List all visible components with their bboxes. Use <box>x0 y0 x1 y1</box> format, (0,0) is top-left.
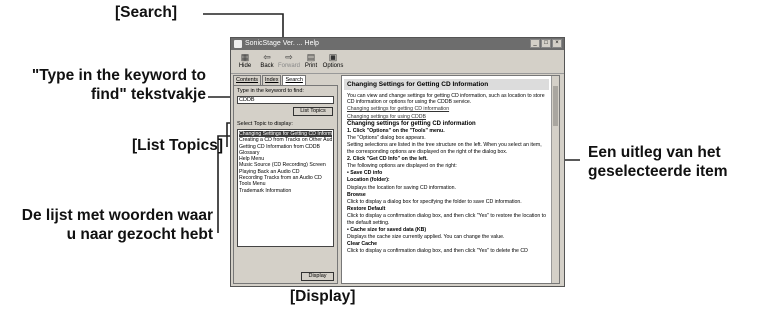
hide-icon: ▦ <box>240 52 250 62</box>
option-desc: Displays the cache size currently applie… <box>347 234 505 241</box>
keyword-callout-line2: find" tekstvakje <box>90 86 206 103</box>
options-button[interactable]: ▣ Options <box>322 52 344 70</box>
option-desc: Click to display a confirmation dialog b… <box>347 248 528 255</box>
explanation-callout-line2: geselecteerde item <box>588 163 728 180</box>
explanation-callout-line1: Een uitleg van het <box>588 144 721 161</box>
step-title: 1. Click "Options" on the "Tools" menu. <box>347 128 445 135</box>
list-topics-button[interactable]: List Topics <box>293 107 333 116</box>
topic-list[interactable]: Changing Settings for Getting CD Informa… <box>237 129 334 247</box>
printer-icon: ▤ <box>306 52 316 62</box>
step-text: The "Options" dialog box appears. <box>347 135 426 142</box>
search-callout: [Search] <box>115 4 178 21</box>
option-desc: Click to display a dialog box for specif… <box>347 199 522 206</box>
tab-contents[interactable]: Contents <box>233 75 262 85</box>
option-title: • Cache size for saved data (KB) <box>347 226 427 233</box>
topic-heading: Changing Settings for Getting CD Informa… <box>344 79 549 90</box>
list-item[interactable]: Music Source (CD Recording) Screen <box>239 162 332 168</box>
back-arrow-icon: ⇦ <box>263 52 271 62</box>
option-desc: Click to display a confirmation dialog b… <box>347 213 546 226</box>
options-label: Options <box>322 63 344 69</box>
help-toolbar: ▦ Hide ⇦ Back ⇨ Forward ▤ Print ▣ Option… <box>231 50 564 74</box>
list-item[interactable]: Creating a CD from Tracks on Other Audio… <box>239 137 332 143</box>
step-text: Setting selections are listed in the tre… <box>347 142 542 155</box>
navigation-pane: Contents Index Search Type in the keywor… <box>233 75 338 284</box>
option-field: Location (folder): <box>347 177 390 184</box>
keyword-callout-line1: "Type in the keyword to <box>31 67 206 84</box>
nav-tabs: Contents Index Search <box>233 75 307 85</box>
section-heading: Changing settings for getting CD informa… <box>347 120 476 127</box>
list-item[interactable]: Getting CD Information from CDDB <box>239 144 332 150</box>
app-icon <box>234 40 242 48</box>
display-button[interactable]: Display <box>301 272 334 281</box>
maximize-icon[interactable]: □ <box>541 39 551 48</box>
search-tab-panel: Type in the keyword to find: CDDB List T… <box>233 85 338 284</box>
scrollbar-thumb[interactable] <box>553 86 558 126</box>
option-field: Clear Cache <box>347 241 377 248</box>
hide-button[interactable]: ▦ Hide <box>234 52 256 70</box>
forward-button[interactable]: ⇨ Forward <box>278 52 300 70</box>
option-field: Browse <box>347 191 366 198</box>
back-button[interactable]: ⇦ Back <box>256 52 278 70</box>
explanation-callout: Een uitleg van het geselecteerde item <box>588 143 728 181</box>
help-window: SonicStage Ver. ... Help _ □ × ▦ Hide ⇦ … <box>230 37 565 287</box>
topic-content-pane: Changing Settings for Getting CD Informa… <box>341 75 560 284</box>
option-title: • Save CD info <box>347 170 383 177</box>
option-field: Restore Default <box>347 206 386 213</box>
intro-text: You can view and change settings for get… <box>347 93 545 106</box>
list-item[interactable]: Trademark Information <box>239 188 332 194</box>
select-topic-label: Select Topic to display: <box>237 121 293 127</box>
window-controls: _ □ × <box>530 39 562 48</box>
options-icon: ▣ <box>328 52 338 62</box>
back-label: Back <box>260 63 274 69</box>
wordlist-callout: De lijst met woorden waar u naar gezocht… <box>0 206 213 244</box>
list-topics-callout: [List Topics] <box>132 137 223 154</box>
window-title: SonicStage Ver. ... Help <box>245 40 319 47</box>
wordlist-callout-line2: u naar gezocht hebt <box>66 226 213 243</box>
print-button[interactable]: ▤ Print <box>300 52 322 70</box>
forward-arrow-icon: ⇨ <box>285 52 293 62</box>
topic-link[interactable]: Changing settings for getting CD informa… <box>347 106 547 112</box>
hide-label: Hide <box>238 63 252 69</box>
keyword-input[interactable]: CDDB <box>237 96 334 104</box>
option-name: Save CD info <box>350 170 383 177</box>
step-title: 2. Click "Get CD Info" on the left. <box>347 155 428 162</box>
content-scrollbar[interactable] <box>551 76 559 283</box>
forward-label: Forward <box>278 63 301 69</box>
display-callout: [Display] <box>290 288 356 305</box>
topic-link[interactable]: Changing settings for using CDDB <box>347 114 547 120</box>
keyword-label: Type in the keyword to find: <box>237 88 304 94</box>
tab-index[interactable]: Index <box>262 75 282 85</box>
keyword-callout: "Type in the keyword to find" tekstvakje <box>6 66 206 104</box>
close-icon[interactable]: × <box>552 39 562 48</box>
step-text: The following options are displayed on t… <box>347 163 457 170</box>
minimize-icon[interactable]: _ <box>530 39 540 48</box>
option-desc: Displays the location for saving CD info… <box>347 184 456 191</box>
topic-body: You can view and change settings for get… <box>347 93 547 256</box>
wordlist-callout-line1: De lijst met woorden waar <box>21 207 213 224</box>
tab-search[interactable]: Search <box>282 75 306 85</box>
print-label: Print <box>304 63 318 69</box>
window-title-bar: SonicStage Ver. ... Help _ □ × <box>231 38 564 50</box>
option-name: Cache size for saved data (KB) <box>350 226 427 233</box>
